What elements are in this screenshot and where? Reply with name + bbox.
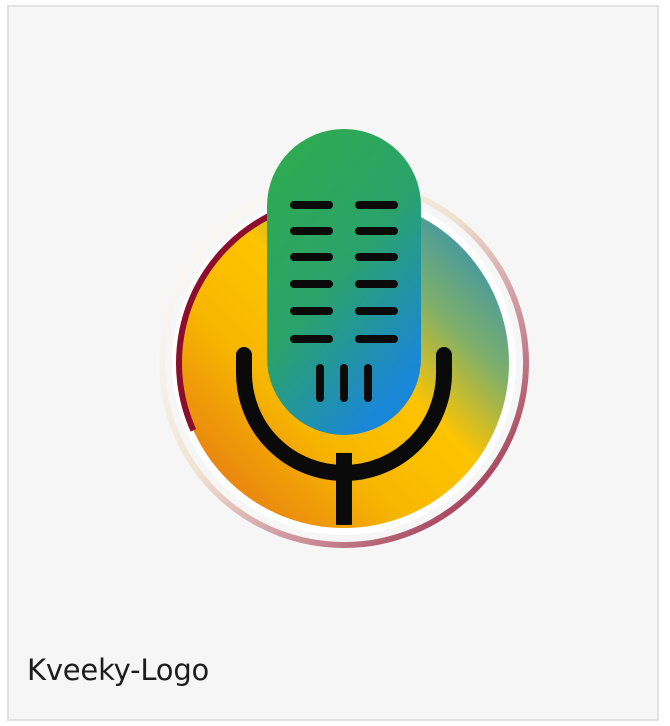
microphone-icon (159, 129, 529, 548)
kveeky-logo (149, 123, 539, 553)
image-caption: Kveeky-Logo (27, 653, 210, 687)
image-card[interactable]: Kveeky-Logo (7, 5, 659, 721)
